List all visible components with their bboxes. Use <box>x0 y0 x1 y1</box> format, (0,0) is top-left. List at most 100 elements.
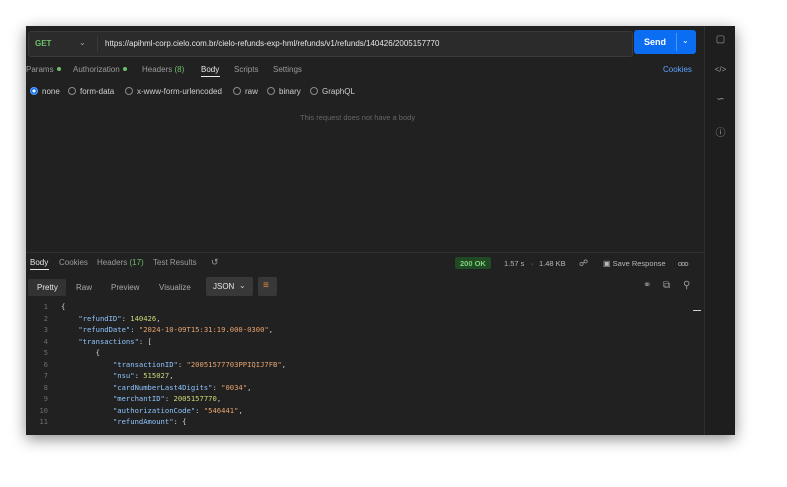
code-line: 3 "refundDate": "2024-10-09T15:31:19.000… <box>26 324 273 335</box>
save-response-button[interactable]: ▣ Save Response <box>603 259 666 268</box>
tab-authorization[interactable]: Authorization <box>73 65 127 74</box>
response-tab-cookies[interactable]: Cookies <box>59 258 88 267</box>
json-number: 2005157770 <box>173 394 217 403</box>
link-icon[interactable]: ⚭ <box>643 280 651 291</box>
json-punctuation: : <box>164 394 174 403</box>
radio-label: GraphQL <box>322 87 355 96</box>
json-string: "0034" <box>221 382 248 392</box>
radio-icon <box>125 87 133 95</box>
line-number: 3 <box>43 325 48 334</box>
status-dot <box>122 67 127 71</box>
code-line: 6 "transactionID": "20051577703PPIQIJ7FB… <box>26 359 286 370</box>
code-line: 7 "nsu": 515027, <box>26 370 174 381</box>
info-icon[interactable]: ⓘ <box>705 124 735 139</box>
link-icon[interactable]: ∽ <box>705 94 735 105</box>
line-number: 4 <box>43 336 48 346</box>
search-icon[interactable]: ⚲ <box>683 280 690 291</box>
json-key: "authorizationCode" <box>112 405 196 415</box>
tab-params[interactable]: Params <box>26 65 61 74</box>
radio-graphql[interactable]: GraphQL <box>310 87 355 96</box>
separator-dot: · <box>531 259 534 268</box>
radio-label: none <box>42 87 60 96</box>
scrollbar-thumb[interactable] <box>693 310 701 311</box>
radio-binary[interactable]: binary <box>267 87 301 96</box>
radio-icon <box>233 87 241 95</box>
line-number: 10 <box>39 405 48 415</box>
wrap-lines-button[interactable]: ≡ <box>258 277 277 296</box>
format-select[interactable]: JSON ⌄ <box>206 277 253 296</box>
divider <box>676 33 677 51</box>
code-line: 11 "refundAmount": { <box>26 416 186 427</box>
radio-none[interactable]: none <box>30 87 60 96</box>
response-tab-test-results[interactable]: Test Results <box>153 258 197 267</box>
history-icon[interactable]: ↺ <box>211 257 219 268</box>
response-tab-headers[interactable]: Headers (17) <box>97 258 144 267</box>
json-punctuation: : <box>195 405 204 415</box>
radio-label: binary <box>279 87 301 96</box>
right-sidebar: ▢ </> ∽ ⓘ <box>704 26 735 435</box>
json-punctuation: : <box>134 371 144 380</box>
code-line: 10 "authorizationCode": "546441", <box>26 405 243 416</box>
json-punctuation: : <box>212 382 222 392</box>
json-punctuation: , <box>216 394 222 403</box>
tab-headers[interactable]: Headers (8) <box>142 65 184 74</box>
view-mode-label: Raw <box>76 283 93 292</box>
json-punctuation: : [ <box>138 336 152 346</box>
json-punctuation: { <box>61 302 66 311</box>
response-size[interactable]: 1.48 KB <box>539 259 566 268</box>
headers-count: (8) <box>174 65 185 74</box>
tab-settings[interactable]: Settings <box>273 65 302 74</box>
tab-body[interactable]: Body <box>201 65 219 74</box>
radio-label: x-www-form-urlencoded <box>137 87 222 96</box>
tab-label: Headers <box>142 65 173 74</box>
send-button[interactable]: Send ⌄ <box>634 30 696 54</box>
response-body-code[interactable]: 1{2 "refundID": 140426, 3 "refundDate": "… <box>26 301 696 435</box>
method-select[interactable]: GET <box>35 39 51 48</box>
status-text: 200 OK <box>460 259 486 268</box>
view-mode-label: Pretty <box>37 283 58 292</box>
json-punctuation: : <box>177 359 187 369</box>
send-options-chevron-icon[interactable]: ⌄ <box>682 36 689 45</box>
cookies-link[interactable]: Cookies <box>663 65 692 74</box>
line-number: 6 <box>43 359 48 369</box>
json-punctuation: : <box>121 313 131 323</box>
pane-divider[interactable] <box>26 252 704 253</box>
code-line: 8 "cardNumberLast4Digits": "0034", <box>26 382 252 393</box>
tab-label: Authorization <box>73 65 120 74</box>
view-raw-button[interactable]: Raw <box>70 279 100 296</box>
url-input[interactable]: https://apihml-corp.cielo.com.br/cielo-r… <box>105 39 439 48</box>
line-number: 11 <box>39 417 48 426</box>
view-mode-label: Visualize <box>159 283 191 292</box>
code-icon[interactable]: </> <box>705 65 735 74</box>
radio-raw[interactable]: raw <box>233 87 258 96</box>
divider <box>97 36 98 52</box>
json-key: "cardNumberLast4Digits" <box>112 382 213 392</box>
view-preview-button[interactable]: Preview <box>106 279 146 296</box>
json-key: "refundID" <box>78 313 122 323</box>
chevron-down-icon[interactable]: ⌄ <box>79 38 86 47</box>
tab-scripts[interactable]: Scripts <box>234 65 258 74</box>
send-button-label: Send <box>644 37 667 47</box>
view-visualize-button[interactable]: Visualize <box>154 279 198 296</box>
network-icon[interactable]: ☍ <box>579 258 588 269</box>
view-pretty-button[interactable]: Pretty <box>28 279 66 296</box>
json-punctuation: , <box>238 405 243 415</box>
radio-icon <box>68 87 76 95</box>
url-bar: GET ⌄ https://apihml-corp.cielo.com.br/c… <box>28 31 633 57</box>
json-string: "546441" <box>203 405 239 415</box>
status-badge: 200 OK <box>455 257 491 269</box>
comment-icon[interactable]: ▢ <box>705 34 735 45</box>
format-label: JSON <box>213 282 235 291</box>
response-tab-body[interactable]: Body <box>30 258 48 267</box>
radio-form-data[interactable]: form-data <box>68 87 114 96</box>
radio-icon <box>267 87 275 95</box>
more-options-icon[interactable]: ooo <box>678 259 688 268</box>
line-number: 1 <box>43 302 48 311</box>
json-key: "refundDate" <box>78 325 131 334</box>
save-response-label: Save Response <box>612 259 666 268</box>
response-time[interactable]: 1.57 s <box>504 259 524 268</box>
active-tab-indicator <box>201 76 220 77</box>
copy-icon[interactable]: ⧉ <box>663 280 670 291</box>
radio-x-www-form-urlencoded[interactable]: x-www-form-urlencoded <box>125 87 222 96</box>
status-dot <box>56 67 61 71</box>
